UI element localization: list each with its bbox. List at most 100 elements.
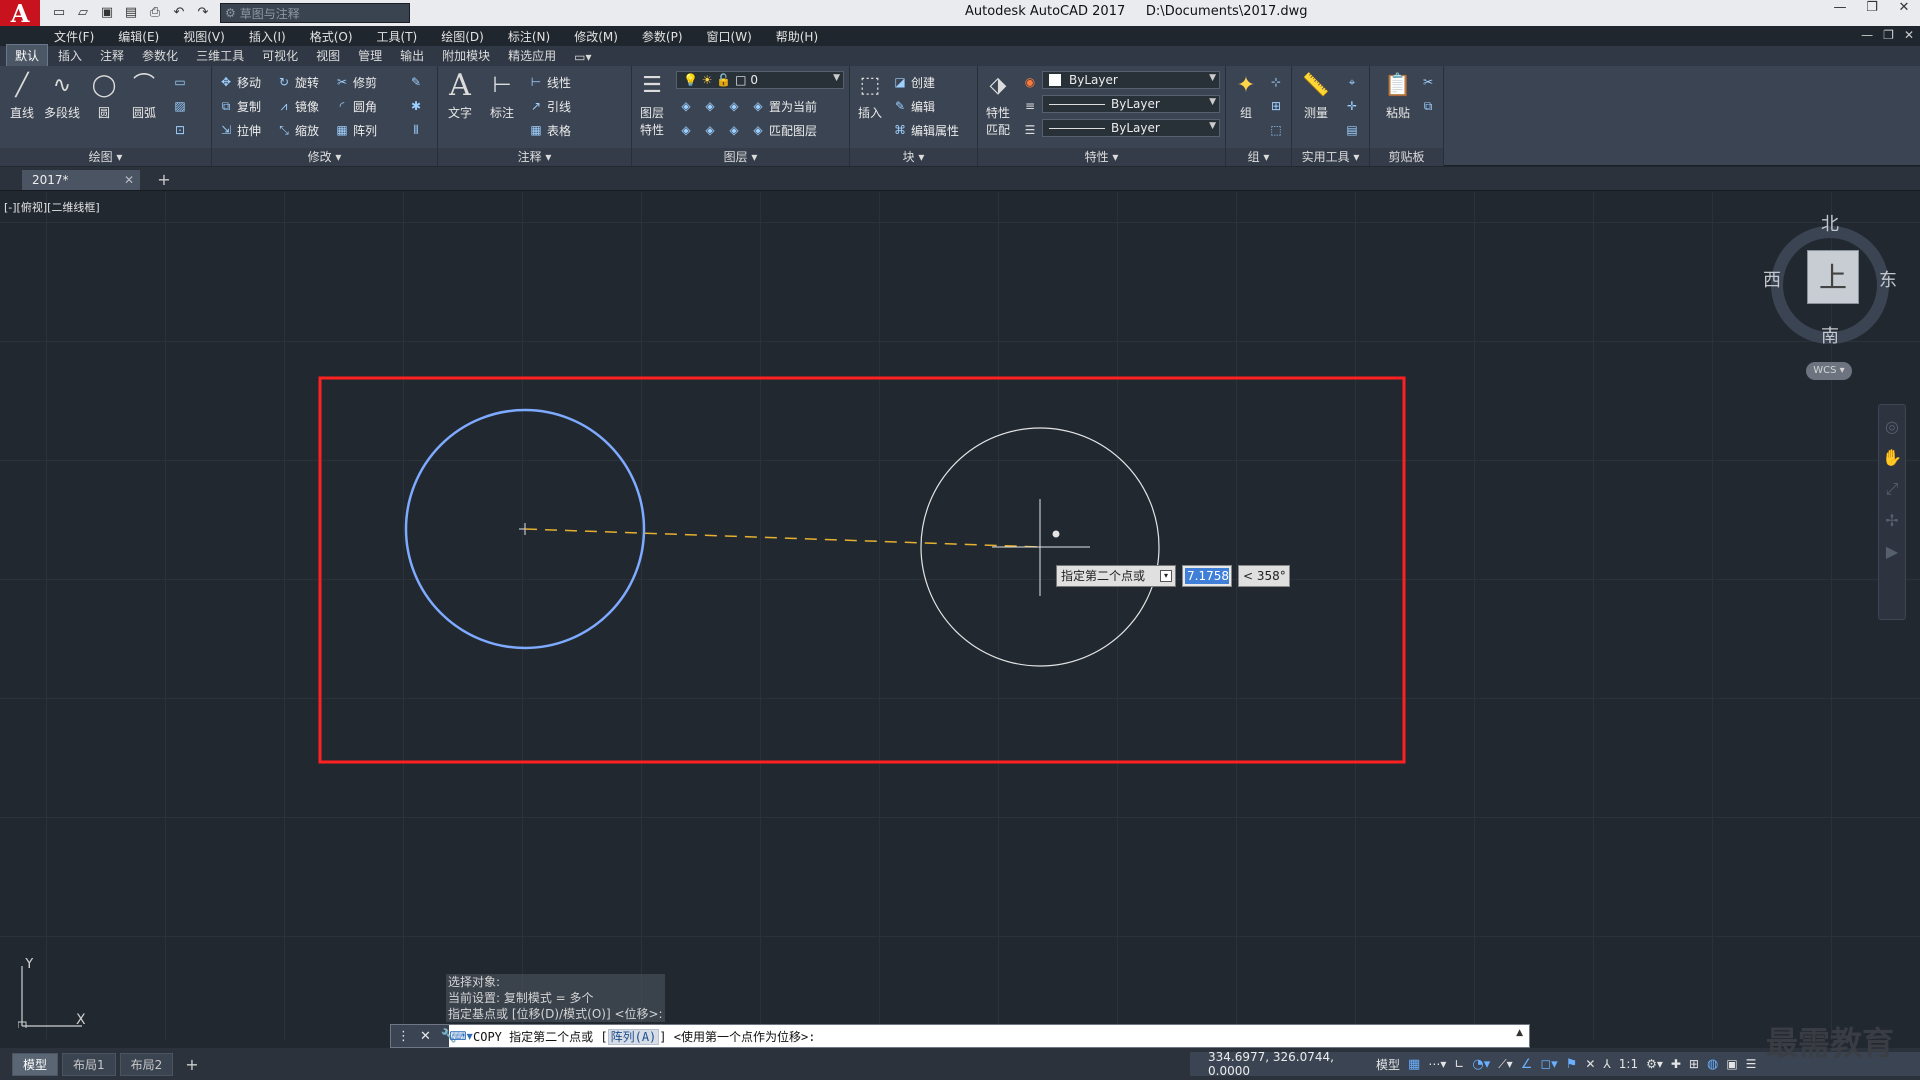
open-file-icon[interactable]: ▱ [74,5,92,21]
doc-restore-icon[interactable]: ❐ [1883,28,1894,42]
grid-icon[interactable]: ▦ [1408,1057,1420,1072]
color-dropdown[interactable]: ByLayer ▼ [1042,71,1220,89]
panel-utilities-title[interactable]: 实用工具 ▾ [1292,148,1369,166]
ortho-icon[interactable]: ∟ [1454,1057,1464,1071]
circle-button[interactable]: ◯ 圆 [86,70,122,121]
close-icon[interactable]: ✕ [1888,0,1920,18]
polar-tracking-icon[interactable]: ◔▾ [1472,1057,1490,1072]
panel-annotation-title[interactable]: 注释 ▾ [438,148,631,166]
add-layout-icon[interactable]: + [177,1055,206,1074]
doc-minimize-icon[interactable]: — [1861,28,1873,42]
restore-icon[interactable]: ❐ [1856,0,1888,18]
tab-view[interactable]: 视图 [308,45,348,66]
calculator-button[interactable]: ▤ [1344,120,1360,140]
rotate-button[interactable]: ↻ 旋转 [276,72,319,92]
boundary-button[interactable]: ⊡ [172,120,188,140]
fullscreen-icon[interactable]: ▣ [1726,1057,1737,1071]
panel-draw-title[interactable]: 绘图 ▾ [0,148,211,166]
new-tab-button[interactable]: + [154,170,174,190]
scale-button[interactable]: ⤡ 缩放 [276,120,319,140]
viewcube[interactable]: 上 北 南 东 西 [1763,210,1897,347]
workspace-gear-icon[interactable]: ⚙▾ [1646,1057,1663,1071]
autocad-logo-button[interactable]: A [0,0,40,28]
annotation-scale-value[interactable]: 1:1 [1619,1057,1638,1071]
pan-hand-icon[interactable]: ✋ [1879,448,1905,467]
compass-south[interactable]: 南 [1821,322,1839,348]
erase-button[interactable]: ✎ [408,72,424,92]
point-button[interactable]: ✛ [1344,96,1360,116]
zoom-extents-icon[interactable]: ⤢ [1879,479,1905,499]
group-button[interactable]: ✦ 组 [1228,70,1264,121]
save-as-icon[interactable]: ▤ [122,5,140,21]
isodraft-icon[interactable]: ⟋▾ [1498,1057,1512,1072]
tab-output[interactable]: 输出 [392,45,432,66]
tab-home[interactable]: 默认 [6,44,49,66]
explode-button[interactable]: ✱ [408,96,424,116]
edit-attributes-button[interactable]: ⌘ 编辑属性 [892,120,959,140]
doc-close-icon[interactable]: ✕ [1904,28,1914,42]
tab-parametric[interactable]: 参数化 [134,45,186,66]
dimension-button[interactable]: ⊢ 标注 [484,70,520,121]
tab-addins[interactable]: 附加模块 [434,45,498,66]
group-edit-button[interactable]: ⊞ [1268,96,1284,116]
line-button[interactable]: ╱ 直线 [4,70,40,121]
command-line[interactable]: ⋮ ✕ 🔧 ⌨▾ COPY 指定第二个点或 [阵列(A)] <使用第一个点作为位… [390,1024,1530,1048]
auto-scale-icon[interactable]: ✕ [1585,1057,1595,1071]
compass-west[interactable]: 西 [1763,266,1781,292]
undo-icon[interactable]: ↶ [170,5,188,21]
layer-tool-5[interactable]: ◈ [702,120,718,140]
fillet-button[interactable]: ◜ 圆角 [334,96,377,116]
compass-east[interactable]: 东 [1879,266,1897,292]
lineweight-dropdown[interactable]: ByLayer ▼ [1042,119,1220,137]
close-tab-icon[interactable]: ✕ [124,170,134,190]
tab-layout2[interactable]: 布局2 [119,1052,174,1076]
minimize-icon[interactable]: — [1824,0,1856,18]
array-button[interactable]: ▦ 阵列 [334,120,377,140]
tab-3d-tools[interactable]: 三维工具 [188,45,252,66]
move-button[interactable]: ✥ 移动 [218,72,261,92]
ungroup-button[interactable]: ⊹ [1268,72,1284,92]
wcs-menu[interactable]: WCS ▾ [1806,362,1852,380]
layer-tool-1[interactable]: ◈ [678,96,694,116]
new-file-icon[interactable]: ▭ [50,5,68,21]
print-icon[interactable]: ⎙ [146,5,164,21]
angle-input[interactable]: < 358° [1238,565,1290,587]
leader-button[interactable]: ↗ 引线 [528,96,571,116]
layer-tool-2[interactable]: ◈ [702,96,718,116]
linear-dim-button[interactable]: ⊢ 线性 [528,72,571,92]
rectangle-button[interactable]: ▭ [172,72,188,92]
compass-north[interactable]: 北 [1821,210,1839,236]
close-command-line-icon[interactable]: ✕ [420,1029,431,1044]
object-snap-icon[interactable]: ◻▾ [1540,1057,1557,1072]
showmotion-icon[interactable]: ▶ [1879,542,1905,561]
workspace-dropdown[interactable]: ⚙ 草图与注释 [220,3,410,23]
offset-button[interactable]: ⫴ [408,120,424,140]
menu-help[interactable]: 帮助(H) [776,28,818,45]
tab-featured-apps[interactable]: 精选应用 [500,45,564,66]
menu-tools[interactable]: 工具(T) [377,28,418,45]
isolate-objects-icon[interactable]: ◍ [1707,1057,1718,1072]
array-option[interactable]: 阵列(A) [607,1028,660,1045]
save-icon[interactable]: ▣ [98,5,116,21]
mirror-button[interactable]: ⩘ 镜像 [276,96,319,116]
customize-menu-icon[interactable]: ☰ [1746,1057,1757,1071]
viewport-controls-label[interactable]: [-][俯视][二维线框] [4,199,100,215]
panel-properties-title[interactable]: 特性 ▾ [978,148,1225,166]
model-space-toggle[interactable]: 模型 [1376,1056,1400,1073]
arc-button[interactable]: ⌒ 圆弧 [126,70,162,121]
tab-model[interactable]: 模型 [12,1052,59,1076]
object-snap-tracking-icon[interactable]: ∠ [1521,1057,1533,1072]
menu-modify[interactable]: 修改(M) [574,28,618,45]
match-properties-button[interactable]: ⬗ 特性 匹配 [980,70,1016,138]
ribbon-options-icon[interactable]: ▭▾ [566,48,599,66]
cut-button[interactable]: ✂ [1420,72,1436,92]
panel-layers-title[interactable]: 图层 ▾ [632,148,849,166]
menu-window[interactable]: 窗口(W) [707,28,752,45]
tab-insert[interactable]: 插入 [50,45,90,66]
document-tab[interactable]: 2017* ✕ [22,170,140,190]
panel-modify-title[interactable]: 修改 ▾ [212,148,437,166]
hatch-button[interactable]: ▨ [172,96,188,116]
tab-layout1[interactable]: 布局1 [62,1052,116,1076]
menu-draw[interactable]: 绘图(D) [441,28,484,45]
menu-insert[interactable]: 插入(I) [249,28,286,45]
